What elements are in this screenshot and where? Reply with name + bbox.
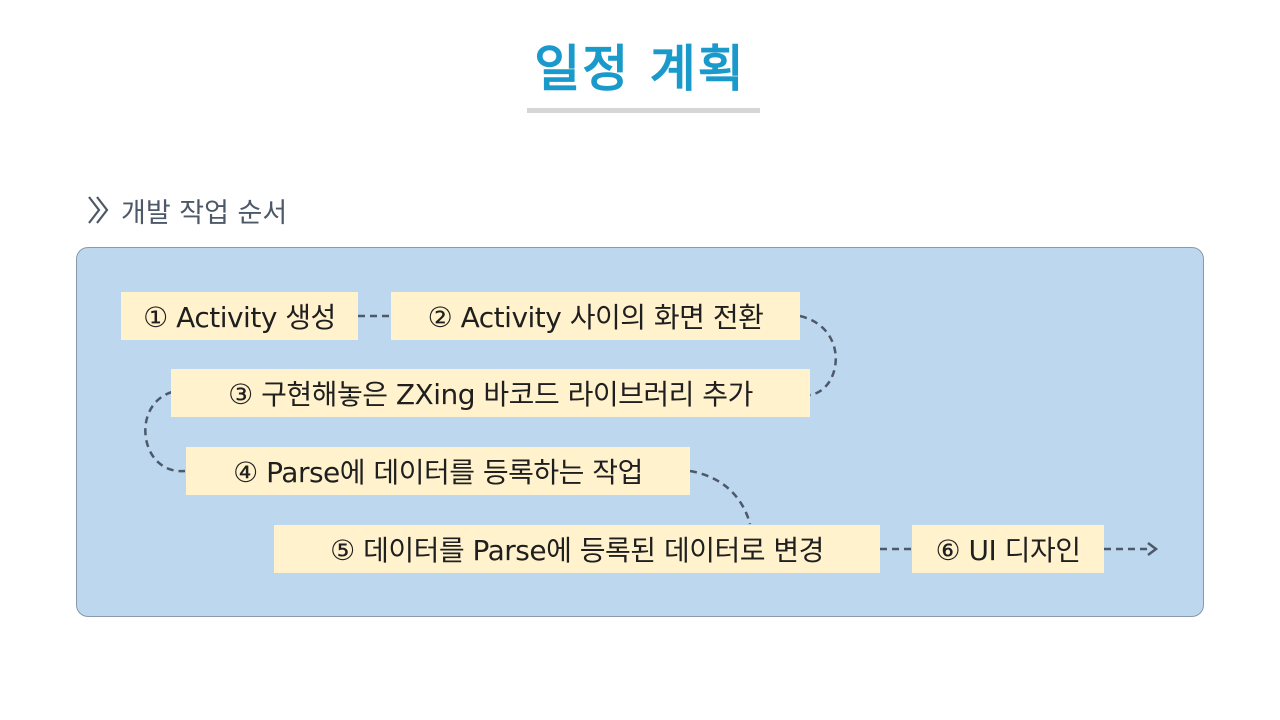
step-4-label: ④ Parse에 데이터를 등록하는 작업 <box>233 456 643 489</box>
double-chevron-right-icon <box>86 194 112 226</box>
step-3-label: ③ 구현해놓은 ZXing 바코드 라이브러리 추가 <box>228 378 753 411</box>
step-1: ① Activity 생성 <box>121 292 358 340</box>
section-heading: 개발 작업 순서 <box>86 188 287 232</box>
title-underline <box>527 108 760 113</box>
step-1-label: ① Activity 생성 <box>143 301 336 334</box>
step-2-label: ② Activity 사이의 화면 전환 <box>427 301 764 334</box>
step-3: ③ 구현해놓은 ZXing 바코드 라이브러리 추가 <box>171 369 810 417</box>
step-6: ⑥ UI 디자인 <box>912 525 1104 573</box>
step-5: ⑤ 데이터를 Parse에 등록된 데이터로 변경 <box>274 525 880 573</box>
page-title: 일정 계획 <box>534 40 746 98</box>
step-5-label: ⑤ 데이터를 Parse에 등록된 데이터로 변경 <box>330 534 824 567</box>
step-4: ④ Parse에 데이터를 등록하는 작업 <box>186 447 690 495</box>
section-heading-text: 개발 작업 순서 <box>121 197 288 229</box>
step-2: ② Activity 사이의 화면 전환 <box>391 292 800 340</box>
step-6-label: ⑥ UI 디자인 <box>935 534 1081 567</box>
